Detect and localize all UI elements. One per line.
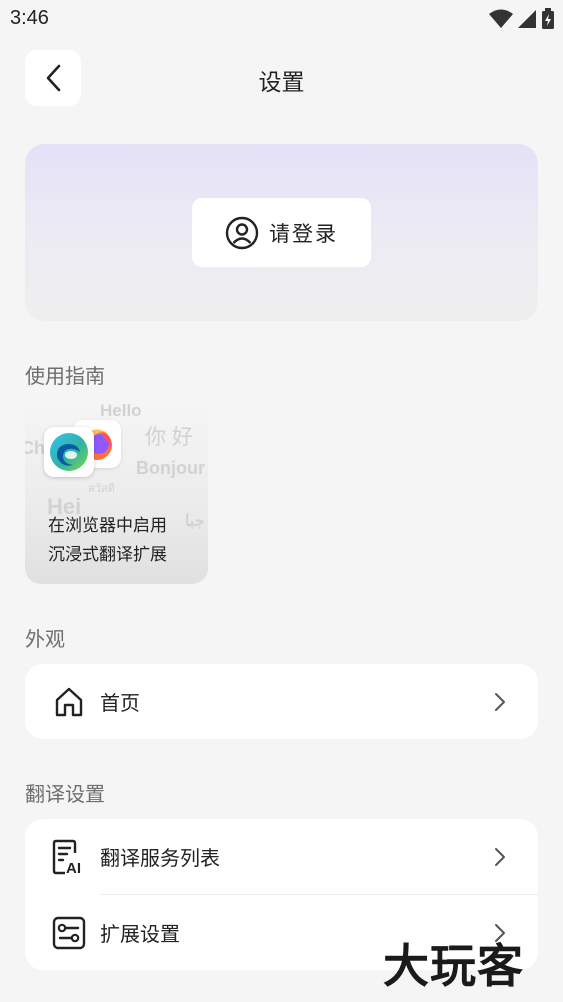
login-card: 请登录 — [25, 144, 538, 321]
section-title-appearance: 外观 — [25, 627, 65, 651]
ai-document-icon: AI — [51, 839, 87, 875]
row-label-home: 首页 — [100, 691, 140, 715]
user-avatar-icon — [225, 216, 259, 249]
home-icon — [51, 684, 87, 720]
chevron-right-icon — [495, 847, 505, 866]
deco-text-nihao: 你 好 — [145, 426, 193, 449]
deco-text-arabic: جبا — [185, 513, 205, 530]
deco-text-bonjour: Bonjour — [136, 458, 205, 478]
header: 设置 — [0, 48, 563, 108]
section-title-guide: 使用指南 — [25, 364, 105, 388]
login-button[interactable]: 请登录 — [192, 198, 371, 267]
row-label-extension-settings: 扩展设置 — [100, 922, 180, 946]
appearance-card: 首页 — [25, 664, 538, 739]
wifi-icon — [489, 9, 513, 28]
svg-text:AI: AI — [66, 860, 81, 875]
chevron-right-icon — [495, 692, 505, 711]
page-title: 设置 — [258, 70, 305, 96]
settings-row-translation-services[interactable]: AI 翻译服务列表 — [25, 819, 538, 894]
status-icons — [489, 8, 555, 30]
status-bar: 3:46 — [0, 0, 563, 38]
watermark: 大玩客 — [383, 939, 524, 993]
deco-text-ch: Ch — [25, 438, 45, 458]
edge-logo — [44, 427, 94, 477]
guide-card-text: 在浏览器中启用 沉浸式翻译扩展 — [48, 512, 167, 570]
guide-card[interactable]: Hello 你 好 Ch Bonjour สวัสดี Hei جبا 在浏览器… — [25, 401, 208, 584]
row-label-translation-services: 翻译服务列表 — [100, 846, 220, 870]
guide-card-line2: 沉浸式翻译扩展 — [48, 545, 167, 565]
settings-row-home[interactable]: 首页 — [25, 664, 538, 739]
section-title-translation: 翻译设置 — [25, 782, 105, 806]
deco-text-thai: สวัสดี — [88, 483, 115, 495]
guide-card-line1: 在浏览器中启用 — [48, 516, 167, 536]
status-time: 3:46 — [10, 7, 49, 29]
cell-signal-icon — [518, 10, 536, 28]
deco-text-hello: Hello — [100, 401, 142, 420]
login-label: 请登录 — [269, 221, 338, 246]
battery-icon — [542, 8, 554, 29]
extension-settings-icon — [51, 915, 87, 951]
